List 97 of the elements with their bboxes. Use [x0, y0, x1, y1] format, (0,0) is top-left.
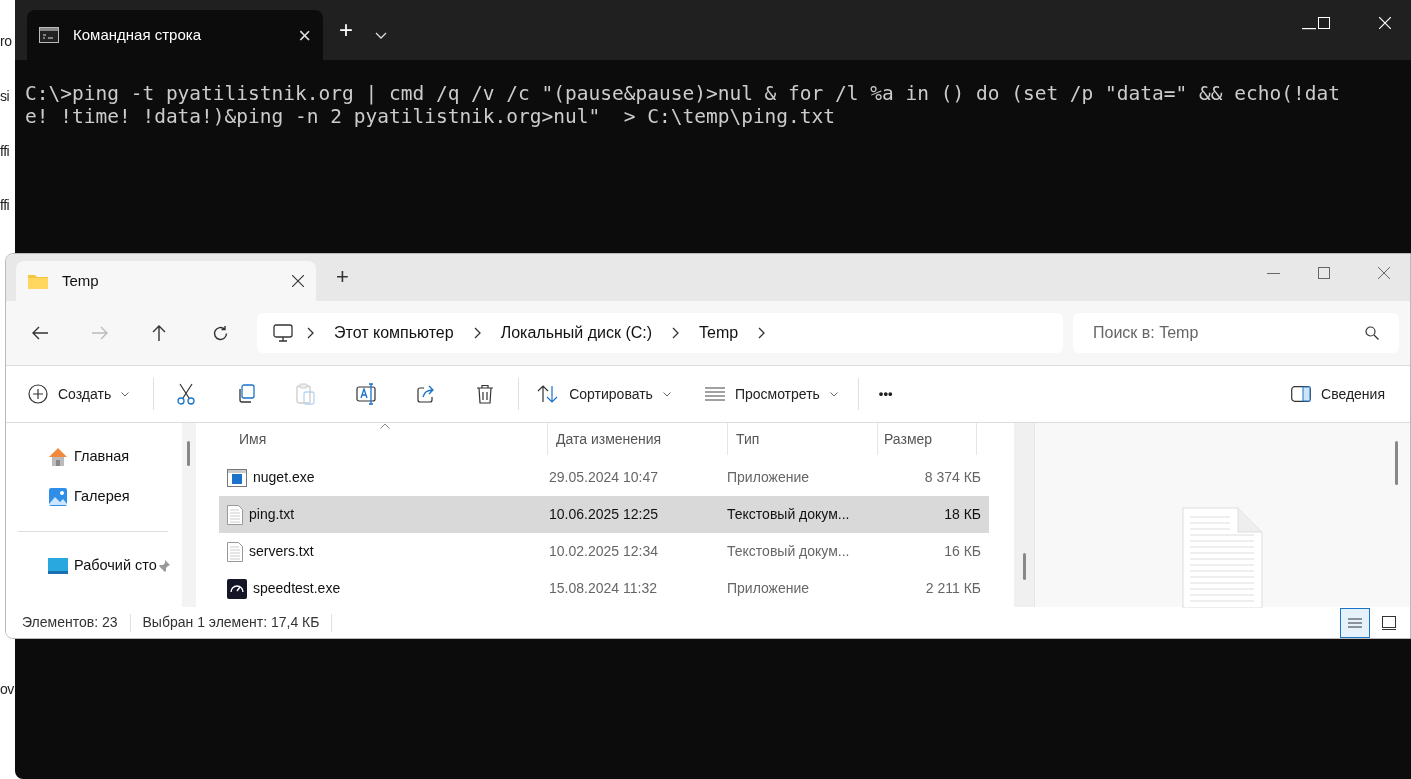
table-cell-text: 15.08.2024 11:32 [548, 579, 658, 598]
chevron-icon [662, 391, 671, 397]
table-cell-text: Текстовый докум... [727, 542, 851, 561]
desktop-icon [48, 557, 68, 575]
table-cell-text: 10.02.2025 12:34 [548, 542, 659, 561]
more-button[interactable]: ••• [878, 384, 893, 404]
plus-circle-icon [28, 384, 48, 404]
explorer-tab[interactable]: Temp [16, 261, 316, 301]
details-pane-icon [1291, 386, 1312, 402]
tab-title: Командная строка [73, 24, 202, 45]
scrollbar[interactable] [182, 423, 196, 607]
column-header[interactable]: Дата изменения [547, 423, 727, 455]
application-icon [227, 468, 247, 487]
console-line: e! !time! !data!)&ping -n 2 pyatilistnik.org>nul" > C:\temp\ping.txt [25, 105, 837, 128]
home-icon [48, 447, 68, 467]
sidebar-item[interactable]: Главная [6, 437, 180, 477]
create-button[interactable]: Создать [26, 383, 132, 405]
selection-info: Выбран 1 элемент: 17,4 КБ [142, 613, 320, 632]
address-bar[interactable]: Этот компьютер Локальный диск (C:) Temp [257, 313, 1063, 353]
sidebar-item[interactable]: Галерея [6, 477, 180, 517]
tiles-icon [1382, 615, 1396, 630]
copy-icon[interactable] [236, 384, 257, 404]
sort-ascending-icon [380, 423, 390, 429]
file-row[interactable]: servers.txt 10.02.2025 12:34 Текстовый докум... 16 КБ [219, 533, 989, 570]
back-icon[interactable] [31, 325, 49, 341]
scrollbar-thumb[interactable] [1395, 441, 1398, 485]
tab-title: Temp [62, 270, 100, 291]
file-row[interactable]: nuget.exe 29.05.2024 10:47 Приложение 8 374 КБ [219, 459, 989, 496]
table-cell-text: Приложение [727, 468, 811, 487]
refresh-icon[interactable] [212, 324, 229, 342]
table-cell-text: Текстовый докум... [727, 505, 851, 524]
close-icon[interactable] [292, 275, 304, 287]
folder-icon [28, 273, 48, 289]
minimize-icon[interactable] [1267, 273, 1280, 275]
rename-icon[interactable] [356, 383, 379, 405]
column-header[interactable]: Размер [877, 423, 977, 455]
chevron-icon[interactable] [758, 327, 766, 339]
text-fragment: ro [0, 34, 12, 48]
computer-icon [273, 324, 293, 342]
scrollbar-thumb[interactable] [187, 441, 190, 466]
view-button[interactable]: Просмотреть [704, 383, 838, 405]
scrollbar-thumb[interactable] [1022, 553, 1026, 580]
file-row[interactable]: ping.txt 10.06.2025 12:25 Текстовый докум... 18 КБ [219, 496, 989, 533]
pin-icon[interactable] [158, 560, 170, 572]
sidebar-item[interactable]: Рабочий сто [6, 546, 180, 586]
breadcrumb-item[interactable]: Temp [693, 321, 745, 345]
text-fragment: ov [0, 682, 14, 696]
search-field[interactable]: Поиск в: Temp [1073, 313, 1399, 353]
details-button[interactable]: Сведения [1291, 383, 1385, 405]
close-tab-button[interactable]: × [298, 18, 311, 52]
file-name: ping.txt [249, 505, 295, 524]
sort-button[interactable]: Сортировать [537, 383, 671, 405]
file-name: nuget.exe [253, 468, 315, 487]
table-cell-text: 10.06.2025 12:25 [548, 505, 659, 524]
delete-icon[interactable] [476, 384, 495, 404]
list-icon [704, 387, 725, 401]
table-cell-text: 2 211 КБ [924, 579, 981, 598]
details-view-button[interactable] [1340, 607, 1370, 638]
text-fragment: si [0, 89, 10, 103]
table-cell-text: 8 374 КБ [923, 468, 981, 487]
gauge-icon [227, 578, 247, 599]
column-header[interactable]: Тип [727, 423, 877, 455]
chevron-icon [121, 391, 130, 397]
table-cell-text: 16 КБ [943, 542, 981, 561]
column-header[interactable]: Имя [201, 423, 547, 455]
table-cell-text: 18 КБ [943, 505, 981, 524]
search-input[interactable]: Поиск в: Temp [1093, 321, 1365, 345]
chevron-icon[interactable] [473, 327, 481, 339]
new-tab-button[interactable]: + [336, 260, 349, 293]
scrollbar[interactable] [1014, 423, 1034, 607]
search-icon [1365, 326, 1379, 340]
text-file-icon [227, 504, 243, 525]
console-icon [39, 27, 59, 43]
text-fragment: ffi [0, 144, 10, 158]
breadcrumb-item[interactable]: Этот компьютер [328, 321, 460, 345]
text-fragment: ffi [0, 198, 10, 212]
table-cell-text: Приложение [727, 579, 811, 598]
picture-frame-icon [48, 487, 68, 507]
cut-icon[interactable] [176, 383, 197, 405]
table-cell-text: 29.05.2024 10:47 [548, 468, 659, 487]
minimize-icon[interactable] [1302, 28, 1316, 30]
breadcrumb-item[interactable]: Локальный диск (C:) [494, 321, 659, 345]
sort-icon [537, 385, 560, 403]
text-file-icon [227, 541, 243, 562]
console-line: C:\>ping -t pyatilistnik.org | cmd /q /v /c "(pause&pause)>nul & for /l %a in () do (set /p "data=" && echo(!dat [25, 82, 1341, 105]
item-count: Элементов: 23 [22, 613, 118, 632]
file-name: servers.txt [249, 542, 314, 561]
chevron-icon[interactable] [307, 327, 314, 339]
list-icon [1348, 617, 1362, 628]
new-tab-button[interactable]: + [339, 12, 353, 48]
up-icon[interactable] [151, 324, 167, 342]
file-name: speedtest.exe [253, 579, 341, 598]
dropdown-icon[interactable] [375, 32, 387, 40]
console-tab[interactable]: Командная строка × [27, 10, 323, 60]
chevron-icon [829, 391, 838, 397]
chevron-icon[interactable] [672, 327, 680, 339]
file-row[interactable]: speedtest.exe 15.08.2024 11:32 Приложение 2 211 КБ [219, 570, 989, 607]
